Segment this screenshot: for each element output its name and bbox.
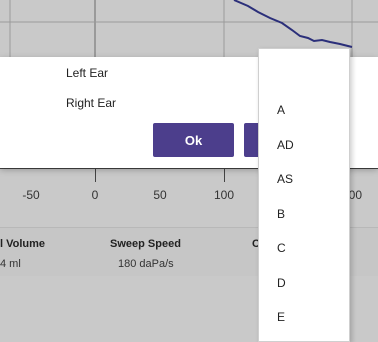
dropdown-item-e[interactable]: E — [277, 310, 285, 324]
x-tick-label: -50 — [22, 188, 40, 202]
dropdown-item-b[interactable]: B — [277, 207, 285, 221]
dropdown-item-a[interactable]: A — [277, 103, 285, 117]
results-value-sweep-speed: 180 daPa/s — [118, 258, 174, 270]
results-header-volume: l Volume — [0, 238, 46, 250]
x-tick-label: 100 — [213, 188, 235, 202]
tympanogram-curve — [233, 0, 353, 48]
x-tick — [224, 168, 225, 182]
x-tick-label: 50 — [153, 188, 167, 202]
left-ear-option[interactable]: Left Ear — [66, 66, 108, 80]
dropdown-item-as[interactable]: AS — [277, 172, 293, 186]
dropdown-item-ad[interactable]: AD — [277, 138, 294, 152]
dropdown-item-c[interactable]: C — [277, 241, 286, 255]
results-header-sweep-speed: Sweep Speed — [110, 238, 181, 250]
app-root: -50 0 50 100 200 l Volume 4 ml Sweep Spe… — [0, 0, 378, 342]
x-tick — [95, 168, 96, 182]
x-tick-label: 0 — [91, 188, 99, 202]
right-ear-option[interactable]: Right Ear — [66, 96, 116, 110]
results-value-volume: 4 ml — [0, 258, 21, 270]
dropdown-item-d[interactable]: D — [277, 276, 286, 290]
ok-button[interactable]: Ok — [153, 123, 234, 157]
classification-dropdown-list[interactable]: A AD AS B C D E — [258, 48, 350, 342]
